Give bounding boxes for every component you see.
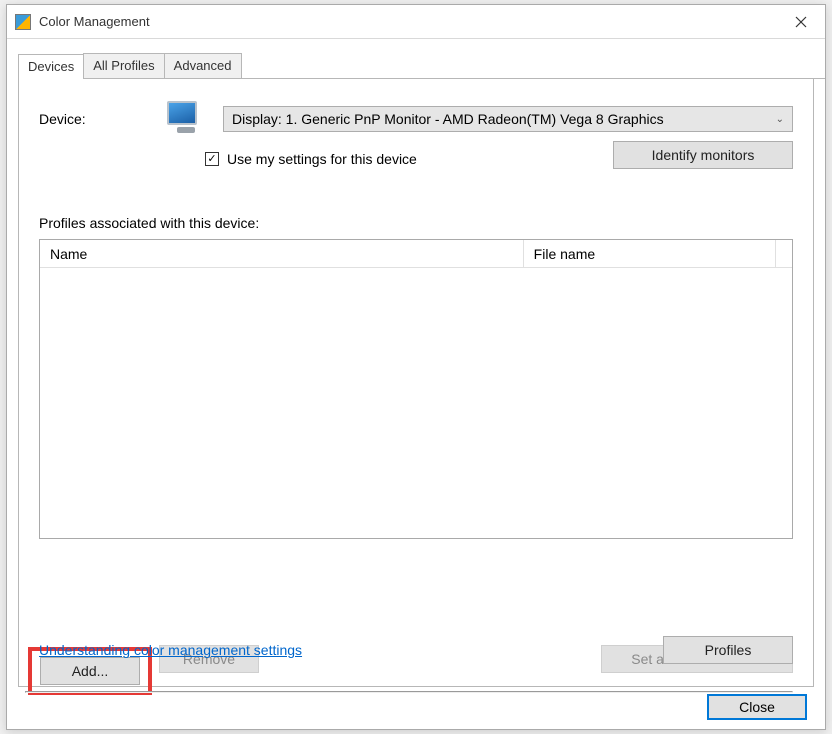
tab-content-devices: Device: Display: 1. Generic PnP Monitor … bbox=[18, 79, 814, 687]
profiles-button[interactable]: Profiles bbox=[663, 636, 793, 664]
tab-all-profiles[interactable]: All Profiles bbox=[83, 53, 164, 78]
use-my-settings-checkbox[interactable]: ✓ bbox=[205, 152, 219, 166]
close-icon bbox=[795, 16, 807, 28]
tab-devices[interactable]: Devices bbox=[18, 54, 84, 79]
tab-advanced[interactable]: Advanced bbox=[164, 53, 242, 78]
tab-strip: Devices All Profiles Advanced bbox=[18, 53, 825, 79]
column-header-name[interactable]: Name bbox=[40, 240, 524, 267]
divider bbox=[25, 691, 793, 693]
window-title: Color Management bbox=[39, 14, 777, 29]
monitor-icon bbox=[167, 101, 205, 137]
identify-monitors-button[interactable]: Identify monitors bbox=[613, 141, 793, 169]
close-dialog-button[interactable]: Close bbox=[707, 694, 807, 720]
profiles-table-header: Name File name bbox=[40, 240, 792, 268]
device-dropdown[interactable]: Display: 1. Generic PnP Monitor - AMD Ra… bbox=[223, 106, 793, 132]
column-header-file[interactable]: File name bbox=[524, 240, 776, 267]
help-link[interactable]: Understanding color management settings bbox=[39, 642, 302, 658]
profiles-section-label: Profiles associated with this device: bbox=[39, 215, 793, 231]
profiles-table[interactable]: Name File name bbox=[39, 239, 793, 539]
device-selected-text: Display: 1. Generic PnP Monitor - AMD Ra… bbox=[232, 111, 664, 127]
title-bar: Color Management bbox=[7, 5, 825, 39]
close-button[interactable] bbox=[777, 5, 825, 39]
checkmark-icon: ✓ bbox=[207, 154, 216, 165]
chevron-down-icon: ⌄ bbox=[776, 114, 784, 125]
color-management-window: Color Management Devices All Profiles Ad… bbox=[6, 4, 826, 730]
add-button[interactable]: Add... bbox=[40, 657, 140, 685]
app-icon bbox=[15, 14, 31, 30]
device-row: Device: Display: 1. Generic PnP Monitor … bbox=[39, 101, 793, 137]
use-my-settings-label: Use my settings for this device bbox=[227, 151, 417, 167]
device-label: Device: bbox=[39, 111, 149, 127]
